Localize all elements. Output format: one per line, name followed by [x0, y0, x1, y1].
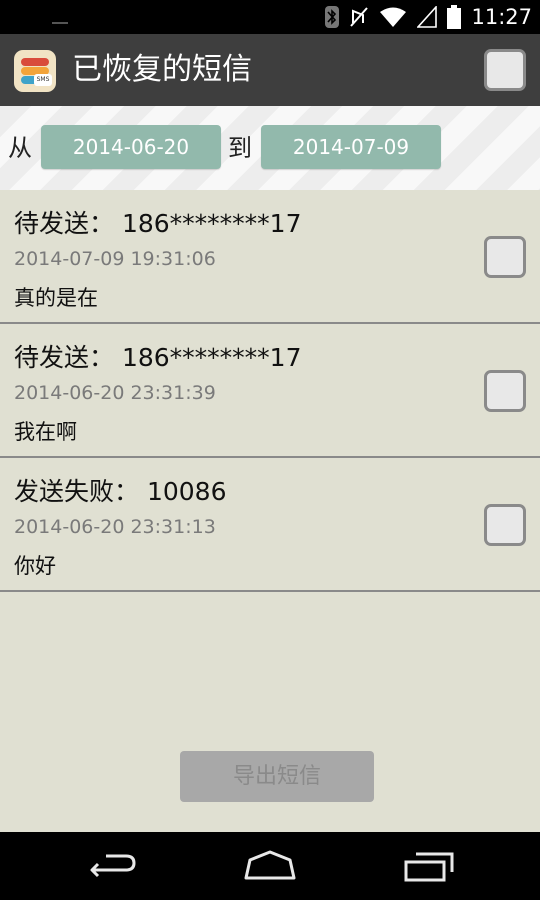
message-status: 发送失败：	[14, 477, 140, 506]
battery-icon	[447, 5, 462, 29]
message-status: 待发送：	[14, 343, 115, 372]
message-header: 待发送： 186********17	[14, 204, 302, 240]
page-title: 已恢复的短信	[72, 52, 252, 87]
wifi-icon	[380, 7, 407, 27]
message-item[interactable]: 发送失败： 10086 2014-06-20 23:31:13 你好	[0, 458, 540, 592]
message-datetime: 2014-06-20 23:31:13	[14, 516, 216, 538]
back-icon[interactable]	[84, 844, 144, 888]
message-item[interactable]: 待发送： 186********17 2014-07-09 19:31:06 真…	[0, 190, 540, 324]
select-all-checkbox[interactable]	[484, 49, 526, 91]
message-number: 186********17	[121, 209, 302, 238]
sms-restore-app-icon[interactable]: SMS	[14, 50, 56, 92]
message-datetime: 2014-07-09 19:31:06	[14, 248, 216, 270]
message-item[interactable]: 待发送： 186********17 2014-06-20 23:31:39 我…	[0, 324, 540, 458]
message-checkbox[interactable]	[484, 370, 526, 412]
signal-icon	[417, 6, 438, 28]
message-header: 发送失败： 10086	[14, 472, 227, 508]
message-checkbox[interactable]	[484, 236, 526, 278]
message-datetime: 2014-06-20 23:31:39	[14, 382, 216, 404]
message-status: 待发送：	[14, 209, 115, 238]
date-filter-bar: 从 2014-06-20 到 2014-07-09	[0, 106, 540, 190]
message-header: 待发送： 186********17	[14, 338, 302, 374]
to-label: 到	[228, 134, 252, 162]
bluetooth-icon	[325, 6, 340, 28]
navigation-bar	[0, 832, 540, 900]
message-number: 10086	[146, 477, 227, 506]
status-icons: 11:27	[325, 0, 532, 34]
message-body: 真的是在	[14, 286, 98, 310]
to-date-button[interactable]: 2014-07-09	[261, 125, 441, 169]
export-sms-button[interactable]: 导出短信	[180, 751, 374, 802]
recent-apps-icon[interactable]	[398, 844, 458, 888]
action-bar: SMS 已恢复的短信	[0, 34, 540, 106]
clock: 11:27	[471, 5, 532, 29]
status-bar: 11:27	[0, 0, 540, 34]
message-body: 你好	[14, 554, 56, 578]
home-icon[interactable]	[240, 844, 300, 888]
message-number: 186********17	[121, 343, 302, 372]
message-checkbox[interactable]	[484, 504, 526, 546]
message-list: 待发送： 186********17 2014-07-09 19:31:06 真…	[0, 190, 540, 592]
sms-bubble-icon: SMS	[34, 74, 52, 86]
message-body: 我在啊	[14, 420, 77, 444]
from-label: 从	[8, 134, 32, 162]
from-date-button[interactable]: 2014-06-20	[41, 125, 221, 169]
mute-icon	[350, 7, 369, 27]
notification-mark	[52, 22, 68, 24]
